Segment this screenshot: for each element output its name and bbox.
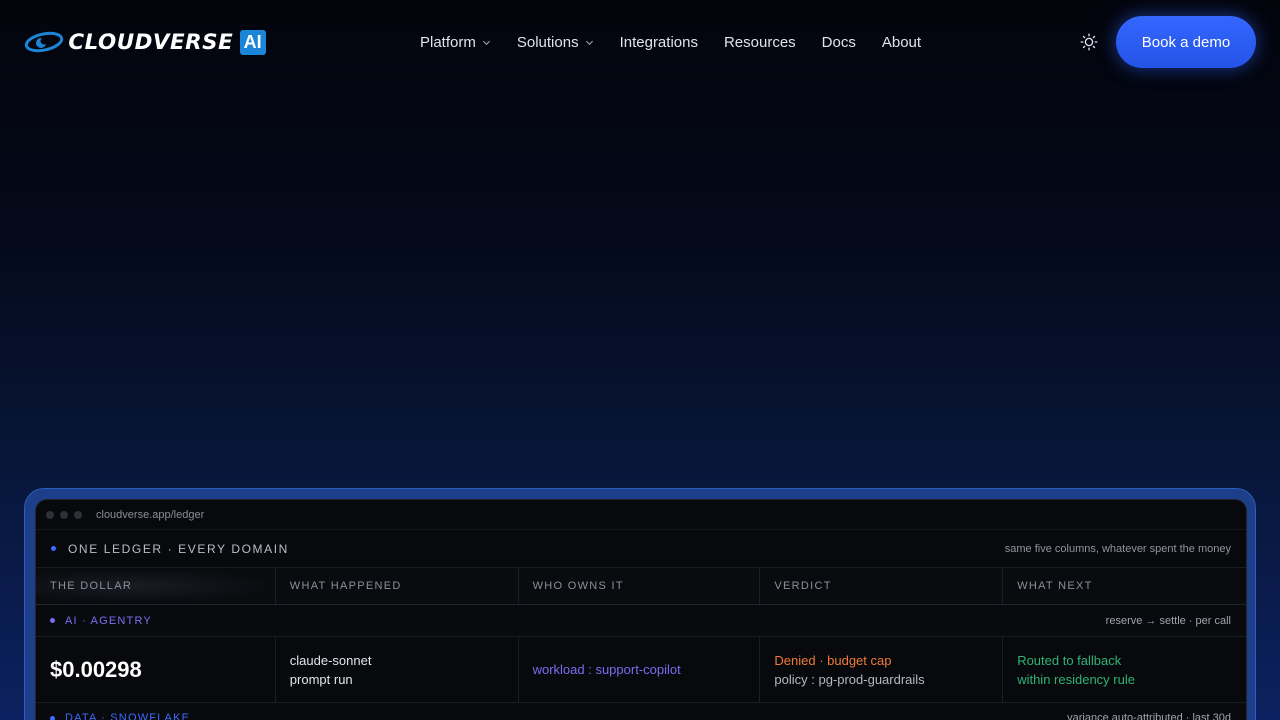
logo[interactable]: CLOUDVERSE AI [24,29,266,55]
cloudverse-logo-icon [24,31,64,53]
nav-item-platform[interactable]: Platform [420,34,491,51]
section-label-text: AI · AGENTRY [65,614,152,627]
nav-item-label: Solutions [516,33,579,51]
window-dot [46,510,54,519]
section-ai-agentry: AI · AGENTRY reserve → settle · per call [36,605,1246,637]
column-header-next: WHAT NEXT [1017,580,1093,592]
nav-item-docs[interactable]: Docs [822,34,856,51]
brand-badge: AI [239,29,266,55]
status-dot [51,546,56,551]
window-titlebar: cloudverse.app/ledger [36,500,1246,530]
sun-icon[interactable] [1080,33,1098,51]
nav-item-label: About [881,33,922,51]
nav-item-resources[interactable]: Resources [724,34,796,51]
main-menu: Platform Solutions Integrations Resource… [420,32,947,52]
column-header-dollar: THE DOLLAR [36,568,276,604]
section-dot [50,618,55,623]
nav-item-label: Integrations [619,33,698,51]
happened-line: prompt run [289,671,353,687]
column-headers: THE DOLLAR WHAT HAPPENED WHO OWNS IT VER… [36,568,1246,605]
section-note: variance auto-attributed · last 30d [1067,712,1231,720]
policy-value: policy : pg-prod-guardrails [774,671,925,687]
section-data-snowflake: DATA · SNOWFLAKE variance auto-attribute… [36,703,1246,720]
nav-item-label: Docs [821,33,856,51]
chevron-down-icon [585,40,593,45]
amount-value: $0.00298 [50,657,142,682]
nav-item-about[interactable]: About [882,34,921,51]
cell-next: Routed to fallback within residency rule [1003,637,1246,702]
ledger-note: same five columns, whatever spent the mo… [1004,542,1231,555]
window-dot [60,510,68,519]
next-line: within residency rule [1017,671,1135,687]
section-label: DATA · SNOWFLAKE [50,712,190,720]
section-dot [50,715,55,720]
window-url: cloudverse.app/ledger [96,508,205,521]
column-header-owner: WHO OWNS IT [519,568,761,604]
happened-line: claude-sonnet [289,652,372,668]
column-header-happened: WHAT HAPPENED [276,568,519,604]
cell-amount: $0.00298 [36,637,276,702]
window-dot [74,510,82,519]
verdict-value: Denied · budget cap [774,652,892,668]
brand-name: CLOUDVERSE [68,30,234,54]
nav-item-label: Platform [420,33,476,51]
ledger-header: ONE LEDGER · EVERY DOMAIN same five colu… [36,530,1246,568]
nav-item-solutions[interactable]: Solutions [517,34,594,51]
top-navigation: CLOUDVERSE AI Platform Solutions Integra… [0,0,1280,84]
section-note: reserve → settle · per call [1105,614,1231,627]
book-demo-button[interactable]: Book a demo [1116,16,1256,68]
cell-owner: workload : support-copilot [519,637,761,702]
next-line: Routed to fallback [1017,652,1122,668]
ledger-title-text: ONE LEDGER · EVERY DOMAIN [68,541,289,556]
ledger-window: cloudverse.app/ledger ONE LEDGER · EVERY… [35,499,1247,720]
table-row[interactable]: $0.00298 claude-sonnet prompt run worklo… [36,637,1246,703]
ledger-title: ONE LEDGER · EVERY DOMAIN [51,542,289,556]
chevron-down-icon [482,40,490,45]
cell-verdict: Denied · budget cap policy : pg-prod-gua… [760,637,1004,702]
cell-happened: claude-sonnet prompt run [276,637,519,702]
owner-value: workload : support-copilot [532,662,681,677]
column-header-verdict: VERDICT [760,568,1004,604]
section-label-text: DATA · SNOWFLAKE [65,712,191,720]
nav-item-label: Resources [723,33,796,51]
section-label: AI · AGENTRY [50,615,152,627]
nav-item-integrations[interactable]: Integrations [620,34,698,51]
